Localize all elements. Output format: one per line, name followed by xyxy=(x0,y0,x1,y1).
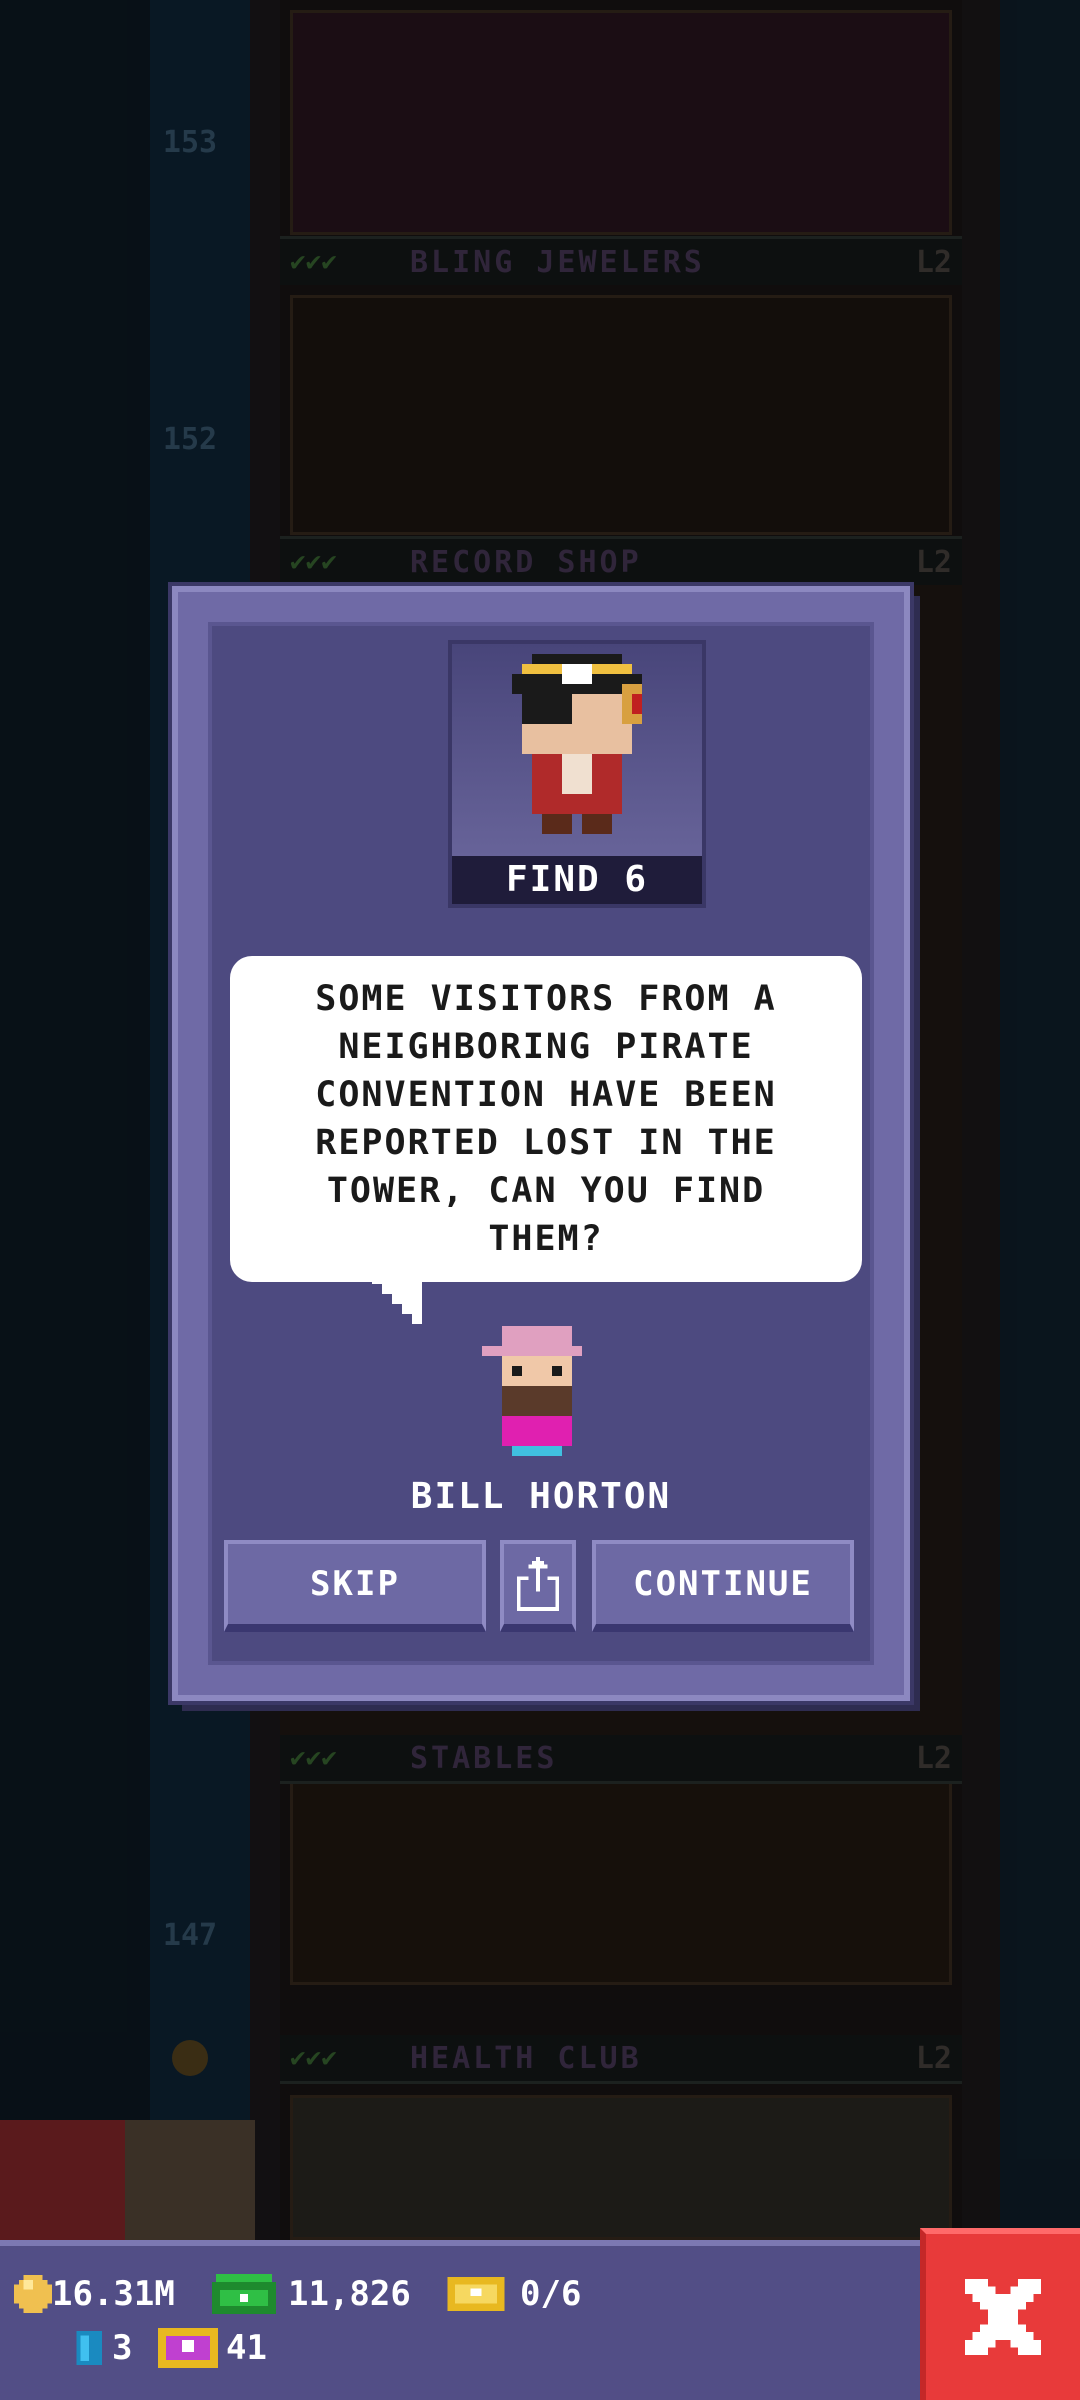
npc-avatar xyxy=(482,1326,582,1456)
pirate-icon xyxy=(512,654,642,834)
vip-stat[interactable]: 41 xyxy=(158,2328,267,2368)
mission-dialog: FIND 6 SOME VISITORS FROM A NEIGHBORING … xyxy=(172,586,910,1701)
ticket-icon xyxy=(447,2277,505,2311)
vip-icon xyxy=(158,2328,218,2368)
pirate-portrait: FIND 6 xyxy=(448,640,706,908)
elevator-button[interactable] xyxy=(0,2120,125,2240)
tickets-value: 0/6 xyxy=(520,2274,582,2314)
share-icon xyxy=(516,1557,560,1611)
share-button[interactable] xyxy=(500,1540,576,1632)
keys-value: 3 xyxy=(112,2328,133,2368)
bux-value: 11,826 xyxy=(288,2274,411,2314)
find-count-label: FIND 6 xyxy=(452,856,702,904)
continue-button[interactable]: CONTINUE xyxy=(592,1540,854,1632)
vip-value: 41 xyxy=(226,2328,267,2368)
bux-stat[interactable]: 11,826 xyxy=(212,2274,411,2314)
skip-button[interactable]: SKIP xyxy=(224,1540,486,1632)
coins-value: 16.31M xyxy=(52,2274,175,2314)
build-floor-button[interactable] xyxy=(125,2120,255,2240)
speech-tail-icon xyxy=(372,1274,422,1324)
dialog-panel: FIND 6 SOME VISITORS FROM A NEIGHBORING … xyxy=(208,622,874,1665)
bux-icon xyxy=(212,2274,276,2314)
npc-name: BILL HORTON xyxy=(410,1476,672,1517)
close-button[interactable] xyxy=(920,2228,1080,2400)
tickets-stat[interactable]: 0/6 xyxy=(446,2274,581,2314)
mission-message: SOME VISITORS FROM A NEIGHBORING PIRATE … xyxy=(315,979,777,1259)
close-icon xyxy=(965,2279,1041,2355)
key-icon xyxy=(76,2331,102,2365)
keys-stat[interactable]: 3 xyxy=(74,2328,132,2368)
coin-icon xyxy=(14,2275,52,2313)
bottom-status-bar: 16.31M 11,826 0/6 3 41 xyxy=(0,2240,1080,2400)
coins-stat[interactable]: 16.31M xyxy=(14,2274,175,2314)
speech-bubble: SOME VISITORS FROM A NEIGHBORING PIRATE … xyxy=(230,956,862,1282)
